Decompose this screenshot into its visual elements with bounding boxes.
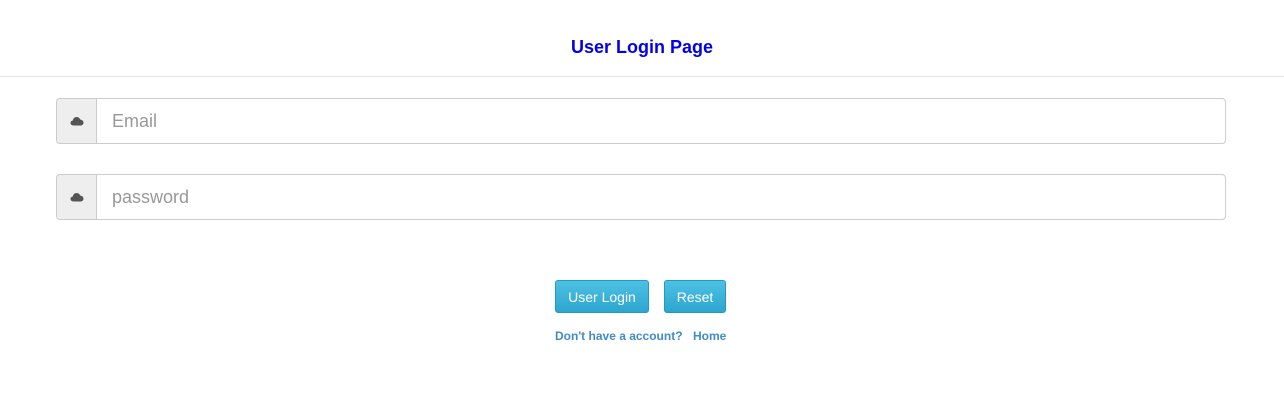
- signup-link[interactable]: Don't have a account?: [555, 329, 683, 343]
- cloud-icon: [56, 98, 96, 144]
- cloud-icon: [56, 174, 96, 220]
- password-field[interactable]: [96, 174, 1226, 220]
- reset-button[interactable]: Reset: [664, 280, 726, 313]
- page-title: User Login Page: [570, 37, 714, 57]
- user-login-button[interactable]: User Login: [555, 280, 649, 313]
- page-header: User Login Page: [0, 0, 1284, 77]
- home-link[interactable]: Home: [693, 329, 726, 343]
- email-input-group: [56, 98, 1226, 144]
- email-field[interactable]: [96, 98, 1226, 144]
- password-input-group: [56, 174, 1226, 220]
